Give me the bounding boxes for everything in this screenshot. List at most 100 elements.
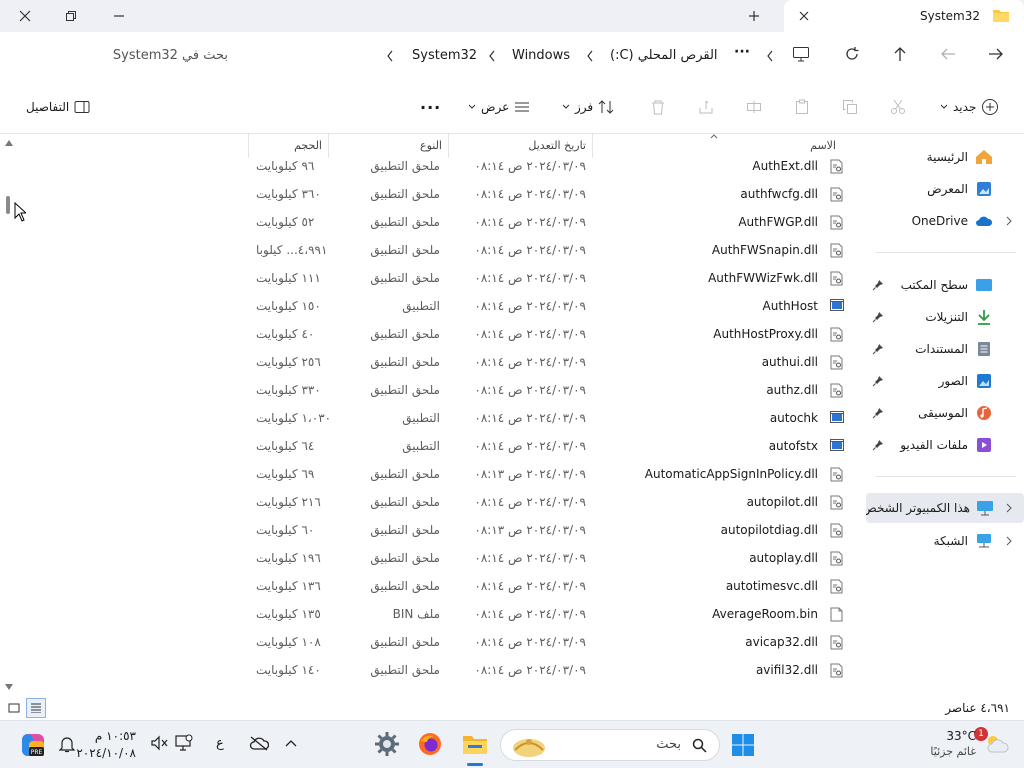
file-size: ٦٩ كيلوبايت [256, 467, 315, 481]
search-box[interactable]: بحث في System32 [0, 40, 238, 72]
item-count: ٤،٦٩١ عناصر [945, 701, 1010, 715]
table-row[interactable]: AuthFWSnapin.dll ٢٠٢٤/٠٣/٠٩ ص ٠٨:١٤ ملحق ا… [248, 236, 848, 264]
table-row[interactable]: autoplay.dll ٢٠٢٤/٠٣/٠٩ ص ٠٨:١٤ ملحق التطب… [248, 544, 848, 572]
refresh-icon[interactable] [844, 46, 860, 62]
table-row[interactable]: autofstx ٢٠٢٤/٠٣/٠٩ ص ٠٨:١٤ التطبيق ٦٤ كيلو… [248, 432, 848, 460]
new-tab-button[interactable] [742, 4, 766, 28]
copilot-app-icon[interactable]: PRE [20, 732, 46, 758]
close-window-button[interactable] [12, 4, 38, 28]
file-name: autopilotdiag.dll [720, 523, 818, 537]
close-tab-button[interactable] [794, 6, 814, 26]
minimize-window-button[interactable] [106, 4, 132, 28]
file-date: ٢٠٢٤/٠٣/٠٩ ص ٠٨:١٤ [474, 383, 586, 397]
clock[interactable]: ١٠:٥٣ م ٢٠٢٤/١٠/٠٨ [76, 727, 136, 763]
file-explorer-app-icon[interactable] [462, 733, 488, 755]
table-row[interactable]: authui.dll ٢٠٢٤/٠٣/٠٩ ص ٠٨:١٤ ملحق التطبيق… [248, 348, 848, 376]
view-button[interactable]: عرض [468, 80, 530, 134]
table-row[interactable]: autopilot.dll ٢٠٢٤/٠٣/٠٩ ص ٠٨:١٤ ملحق التط… [248, 488, 848, 516]
sort-button[interactable]: فرز [562, 80, 614, 134]
forward-arrow-icon[interactable] [988, 46, 1004, 62]
sidebar-item-documents[interactable]: المستندات [866, 334, 1024, 364]
sidebar-item-desktop[interactable]: سطح المكتب [866, 270, 1024, 300]
taskbar-search-box[interactable]: بحث [500, 729, 720, 761]
file-name: AuthFWWizFwk.dll [708, 271, 818, 285]
sidebar-item-home[interactable]: الرئيسية [866, 142, 1024, 172]
share-icon[interactable] [698, 80, 714, 134]
notifications-bell-icon[interactable] [59, 735, 75, 753]
scroll-up-arrow-icon[interactable] [5, 140, 13, 146]
table-row[interactable]: AuthFWWizFwk.dll ٢٠٢٤/٠٣/٠٩ ص ٠٨:١٤ ملحق ا… [248, 264, 848, 292]
file-size: ٣٦٠ كيلوبايت [256, 187, 321, 201]
sidebar-item-downloads[interactable]: التنزيلات [866, 302, 1024, 332]
file-date: ٢٠٢٤/٠٣/٠٩ ص ٠٨:١٤ [474, 327, 586, 341]
tab-system32[interactable]: System32 [784, 0, 1024, 32]
active-app-indicator [467, 763, 483, 766]
more-path-icon[interactable]: ··· [734, 44, 750, 60]
maximize-window-button[interactable] [58, 4, 84, 28]
up-arrow-icon[interactable] [892, 46, 908, 62]
network-status-icon[interactable] [173, 734, 193, 752]
breadcrumb-item-windows[interactable]: Windows [512, 48, 570, 63]
dll-file-icon [830, 215, 844, 230]
monitor-icon[interactable] [792, 46, 810, 62]
sidebar-item-onedrive[interactable]: OneDrive [866, 206, 1024, 236]
details-pane-button[interactable]: التفاصيل [26, 80, 90, 134]
table-row[interactable]: authz.dll ٢٠٢٤/٠٣/٠٩ ص ٠٨:١٤ ملحق التطبيق ٣… [248, 376, 848, 404]
sidebar-item-network[interactable]: الشبكة [866, 526, 1024, 556]
table-row[interactable]: AuthFWGP.dll ٢٠٢٤/٠٣/٠٩ ص ٠٨:١٤ ملحق التطب… [248, 208, 848, 236]
pin-icon[interactable] [872, 343, 884, 355]
dll-file-icon [830, 467, 844, 482]
table-row[interactable]: avifil32.dll ٢٠٢٤/٠٣/٠٩ ص ٠٨:١٤ ملحق التطب… [248, 656, 848, 684]
start-button[interactable] [731, 733, 755, 757]
table-row[interactable]: autochk ٢٠٢٤/٠٣/٠٩ ص ٠٨:١٤ التطبيق ١،٠٣٠ كي… [248, 404, 848, 432]
pin-icon[interactable] [872, 375, 884, 387]
volume-muted-icon[interactable] [150, 735, 168, 751]
table-row[interactable]: autopilotdiag.dll ٢٠٢٤/٠٣/٠٩ ص ٠٨:١٣ ملحق … [248, 516, 848, 544]
table-row[interactable]: AverageRoom.bin ٢٠٢٤/٠٣/٠٩ ص ٠٨:١٤ ملف BIN… [248, 600, 848, 628]
pin-icon[interactable] [872, 407, 884, 419]
sidebar-item-gallery[interactable]: المعرض [866, 174, 1024, 204]
sidebar-item-this-pc[interactable]: هذا الكمبيوتر الشخص [866, 493, 1024, 523]
sidebar-item-videos[interactable]: ملفات الفيديو [866, 430, 1024, 460]
clock-time: ١٠:٥٣ م [94, 729, 136, 743]
command-bar: التفاصيل ··· عرض فرز جديد [0, 80, 1024, 134]
settings-app-icon[interactable] [374, 731, 400, 757]
new-button[interactable]: جديد [940, 80, 999, 134]
table-row[interactable]: AuthHostProxy.dll ٢٠٢٤/٠٣/٠٩ ص ٠٨:١٤ ملحق … [248, 320, 848, 348]
firefox-app-icon[interactable] [418, 732, 442, 756]
more-options-button[interactable]: ··· [420, 80, 441, 134]
rename-icon[interactable] [746, 80, 762, 134]
cut-icon[interactable] [890, 80, 906, 134]
input-language-indicator[interactable]: ع [216, 736, 224, 751]
pin-icon[interactable] [872, 311, 884, 323]
scroll-down-arrow-icon[interactable] [5, 684, 13, 690]
delete-icon[interactable] [650, 80, 666, 134]
pin-icon[interactable] [872, 279, 884, 291]
sidebar-item-pictures[interactable]: الصور [866, 366, 1024, 396]
file-name: autoplay.dll [749, 551, 818, 565]
weather-widget[interactable]: 1 33°C غائم جزئيًا [910, 727, 1010, 763]
dll-file-icon [830, 523, 844, 538]
weather-description: غائم جزئيًا [930, 745, 976, 758]
tiles-view-toggle-icon[interactable] [8, 702, 20, 714]
onedrive-offline-icon[interactable] [249, 735, 269, 751]
paste-icon[interactable] [794, 80, 810, 134]
chevron-up-icon[interactable] [285, 739, 297, 747]
table-row[interactable]: avicap32.dll ٢٠٢٤/٠٣/٠٩ ص ٠٨:١٤ ملحق التطب… [248, 628, 848, 656]
breadcrumb-item-system32[interactable]: System32 [412, 48, 477, 63]
file-name: autopilot.dll [746, 495, 818, 509]
table-row[interactable]: autotimesvc.dll ٢٠٢٤/٠٣/٠٩ ص ٠٨:١٤ ملحق ال… [248, 572, 848, 600]
pin-icon[interactable] [872, 439, 884, 451]
search-input[interactable]: بحث في System32 [113, 48, 228, 63]
back-arrow-icon[interactable] [940, 46, 956, 62]
details-view-toggle-icon[interactable] [26, 698, 46, 718]
copy-icon[interactable] [842, 80, 858, 134]
sidebar-item-music[interactable]: الموسيقى [866, 398, 1024, 428]
table-row[interactable]: AuthHost ٢٠٢٤/٠٣/٠٩ ص ٠٨:١٤ التطبيق ١٥٠ كيل… [248, 292, 848, 320]
breadcrumb-item-local-disk[interactable]: القرص المحلي (C:) [610, 48, 718, 63]
scrollbar-thumb[interactable] [6, 196, 10, 214]
table-row[interactable]: AutomaticAppSignInPolicy.dll ٢٠٢٤/٠٣/٠٩ ص… [248, 460, 848, 488]
view-label: عرض [481, 100, 510, 114]
table-row[interactable]: authfwcfg.dll ٢٠٢٤/٠٣/٠٩ ص ٠٨:١٤ ملحق التط… [248, 180, 848, 208]
table-row[interactable]: AuthExt.dll ٢٠٢٤/٠٣/٠٩ ص ٠٨:١٤ ملحق التطبي… [248, 152, 848, 180]
